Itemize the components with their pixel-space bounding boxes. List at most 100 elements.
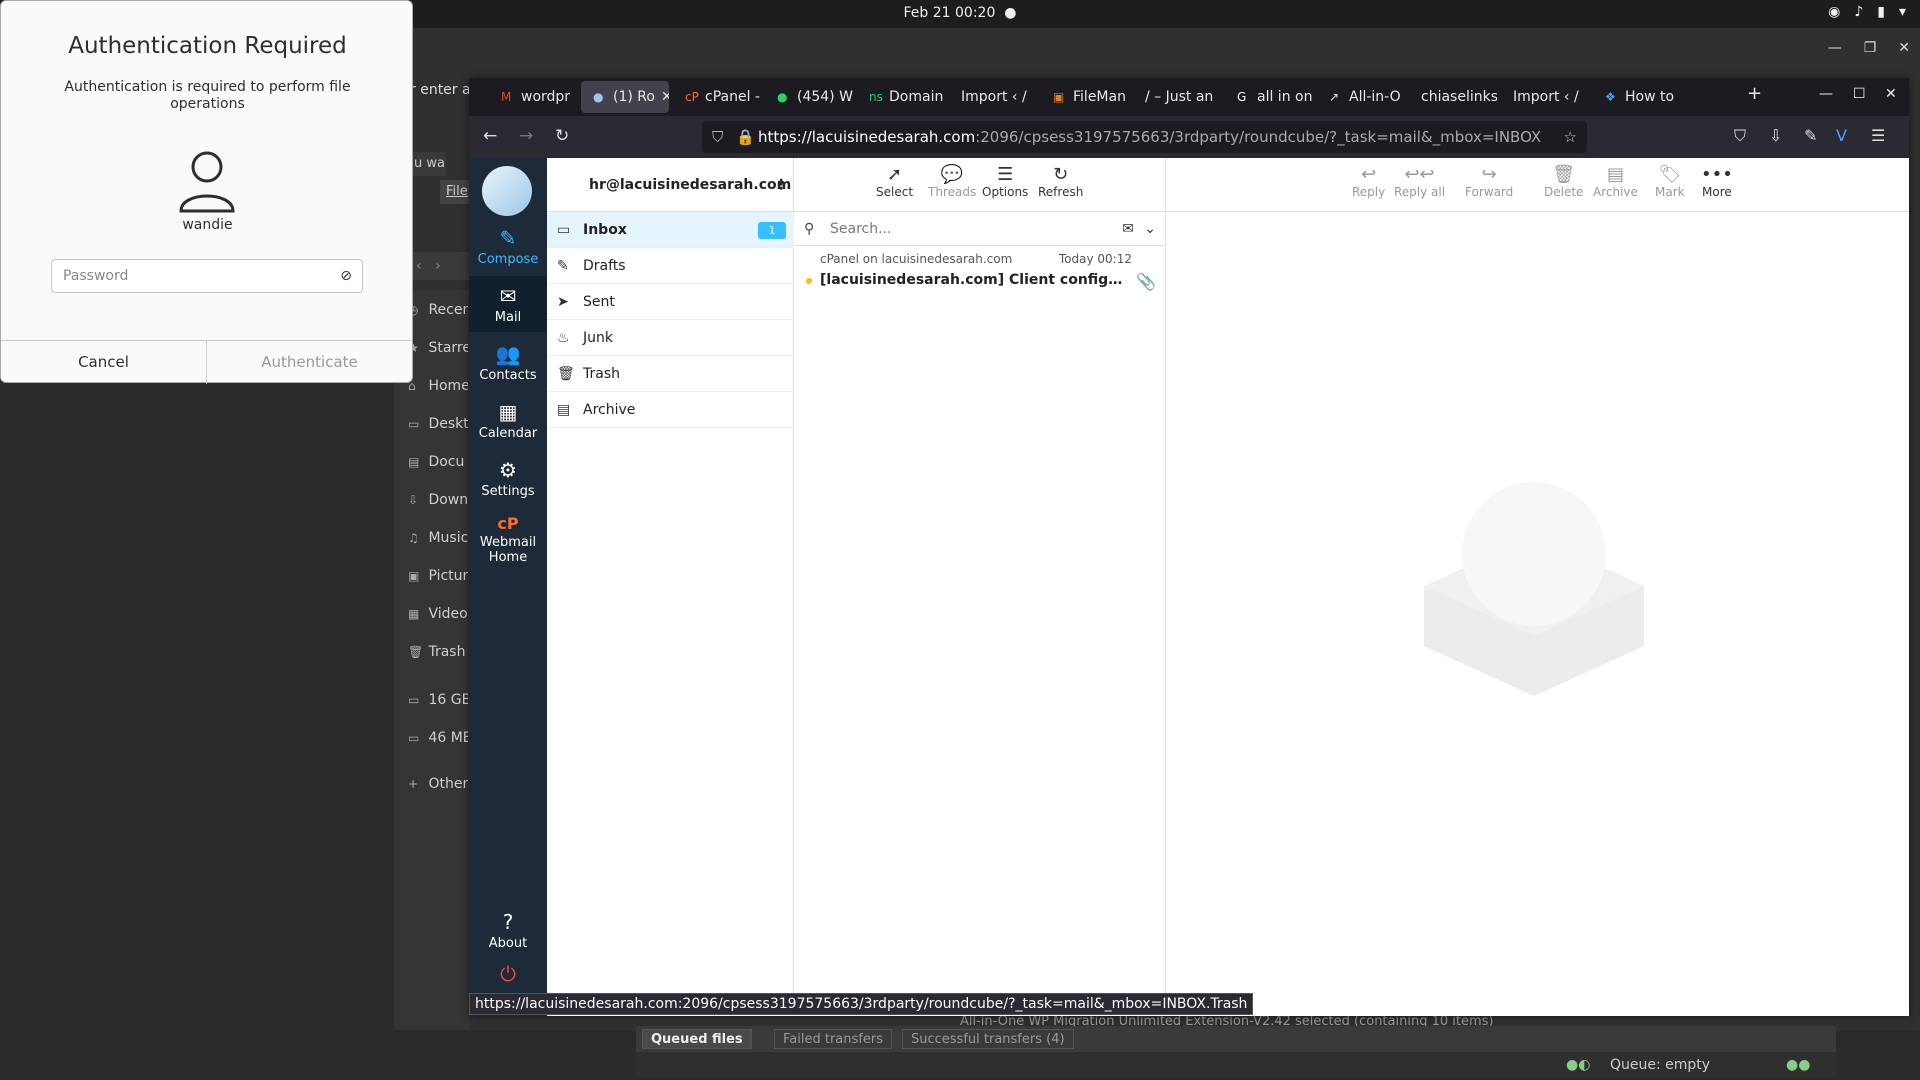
back-icon[interactable]: ← [483, 126, 497, 146]
refresh-icon: ↻ [1053, 164, 1069, 185]
settings-button[interactable]: ⚙ Settings [469, 452, 547, 504]
sidebar-item-recent[interactable]: ◷ Recen [408, 302, 468, 318]
tab-roundcube[interactable]: ● (1) Ro ✕ [581, 81, 669, 113]
chevron-down-icon[interactable]: ⌄ [1144, 212, 1156, 246]
ftp-tab-bar: Queued files Failed transfers Successful… [636, 1026, 1836, 1052]
tab-just-another[interactable]: / – Just an [1133, 81, 1221, 113]
tab-all-in-one[interactable]: ↗ All-in-O [1317, 81, 1405, 113]
folder-drafts[interactable]: ✎ Drafts [547, 248, 794, 284]
folder-junk[interactable]: ♨ Junk [547, 320, 794, 356]
tab-wordpress[interactable]: Mwordpr [489, 81, 577, 113]
refresh-button[interactable]: ↻ Refresh [1038, 164, 1083, 199]
sidebar-item-videos[interactable]: ▦ Video [408, 606, 468, 622]
reply-button[interactable]: ↩ Reply [1352, 164, 1385, 199]
tab-chiaselinks[interactable]: chiaselinks [1409, 81, 1497, 113]
file-manager-snippet: u wa [410, 152, 446, 176]
wrench-icon[interactable]: ✎ [1804, 126, 1817, 145]
list-item[interactable]: cPanel on lacuisinedesarah.com Today 00:… [794, 246, 1166, 300]
pocket-icon[interactable]: ⛉ [1734, 126, 1746, 146]
calendar-button[interactable]: ▦ Calendar [469, 394, 547, 446]
envelope-icon[interactable]: ✉ [1122, 212, 1134, 246]
roundcube-logo[interactable] [482, 166, 532, 216]
dialog-message: Authentication is required to perform fi… [64, 79, 351, 112]
forward-icon[interactable]: → [519, 126, 533, 146]
sidebar-item-music[interactable]: ♫ Music [408, 530, 468, 546]
minimize-icon[interactable]: — [1819, 86, 1833, 102]
maximize-icon[interactable]: ❐ [1864, 40, 1877, 56]
close-icon[interactable]: ✕ [1898, 40, 1910, 56]
account-menu-icon[interactable]: ⋮ [774, 158, 788, 212]
folder-sent[interactable]: ➤ Sent [547, 284, 794, 320]
compose-button[interactable]: ✎ Compose [469, 220, 547, 272]
address-bar[interactable]: ⛉ 🔒 https://lacuisinedesarah.com:2096/cp… [702, 121, 1587, 153]
tab-google-search[interactable]: Gall in on [1225, 81, 1313, 113]
select-button[interactable]: ➚ Select [876, 164, 913, 199]
question-icon: ? [502, 910, 514, 934]
sidebar-item-trash[interactable]: 🗑 Trash [408, 644, 468, 660]
reveal-password-icon[interactable]: ⊘ [340, 260, 352, 292]
tab-whatsapp[interactable]: ● (454) W [765, 81, 853, 113]
external-icon: ↗ [1329, 90, 1340, 104]
contacts-button[interactable]: 👥 Contacts [469, 336, 547, 388]
chevron-down-icon: ▾ [1898, 4, 1906, 20]
sidebar-item-pictures[interactable]: ▣ Pictur [408, 568, 468, 584]
extension-icon[interactable]: V [1836, 126, 1847, 145]
delete-button[interactable]: 🗑 Delete [1544, 164, 1583, 199]
forward-button[interactable]: ↪ Forward [1465, 164, 1513, 199]
system-tray[interactable]: ◉ ♪ ▮ ▾ [1828, 4, 1906, 20]
maximize-icon[interactable]: ☐ [1853, 86, 1866, 102]
sidebar-item-documents[interactable]: ▤ Docu [408, 454, 468, 470]
menu-icon[interactable]: ☰ [1871, 126, 1885, 145]
message-list-pane: ➚ Select 💬 Threads ☰ Options ↻ Refresh ⚲ Sea… [794, 158, 1166, 1016]
authenticate-button[interactable]: Authenticate [207, 341, 412, 384]
search-icon: ⚲ [804, 221, 815, 237]
folder-inbox[interactable]: ▭ Inbox 1 [547, 212, 794, 248]
tab-cpanel[interactable]: cP cPanel - [673, 81, 761, 113]
sidebar-item-drive-16gb[interactable]: ▭ 16 GB [408, 692, 468, 708]
search-input[interactable]: ⚲ Search... ✉ ⌄ [794, 212, 1166, 246]
new-tab-button[interactable]: + [1747, 83, 1762, 104]
close-icon[interactable]: ✕ [1885, 86, 1897, 102]
folder-archive[interactable]: ▤ Archive [547, 392, 794, 428]
tab-import-2[interactable]: Import ‹ / [1501, 81, 1589, 113]
close-tab-icon[interactable]: ✕ [661, 89, 669, 105]
sidebar-item-drive-46mb[interactable]: ▭ 46 MB [408, 730, 468, 746]
tab-failed-transfers[interactable]: Failed transfers [774, 1029, 892, 1049]
mail-button[interactable]: ✉ Mail [469, 276, 547, 332]
sidebar-item-home[interactable]: ⌂ Home [408, 378, 468, 394]
attachment-icon: 📎 [1136, 272, 1156, 291]
threads-button[interactable]: 💬 Threads [928, 164, 976, 199]
bookmark-star-icon[interactable]: ☆ [1564, 121, 1577, 153]
tab-how-to[interactable]: ❖ How to [1593, 81, 1681, 113]
sidebar-item-desktop[interactable]: ▭ Deskt [408, 416, 468, 432]
about-button[interactable]: ? About [469, 906, 547, 954]
music-icon: ♫ [408, 531, 419, 545]
reload-icon[interactable]: ↻ [555, 126, 569, 146]
folder-trash[interactable]: 🗑 Trash [547, 356, 794, 392]
trash-icon: 🗑 [408, 645, 424, 659]
password-field[interactable]: Password ⊘ [51, 259, 363, 293]
reply-all-button[interactable]: ↩↩ Reply all [1394, 164, 1445, 199]
webmail-home-button[interactable]: cP Webmail Home [469, 510, 547, 570]
cancel-button[interactable]: Cancel [1, 341, 207, 384]
logout-power-icon[interactable]: ⏻ [469, 962, 547, 992]
minimize-icon[interactable]: — [1828, 40, 1842, 56]
tab-import-1[interactable]: Import ‹ / [949, 81, 1037, 113]
tab-filemanager[interactable]: ▣ FileMan [1041, 81, 1129, 113]
options-button[interactable]: ☰ Options [982, 164, 1028, 199]
more-button[interactable]: ••• More [1701, 164, 1733, 199]
tracking-shield-icon[interactable]: ⛉ [712, 121, 723, 153]
tab-domain[interactable]: ns Domain [857, 81, 945, 113]
file-manager-menu-snippet[interactable]: File [440, 180, 470, 204]
sidebar-item-downloads[interactable]: ⇩ Down [408, 492, 468, 508]
archive-button[interactable]: ▤ Archive [1593, 164, 1638, 199]
tab-successful-transfers[interactable]: Successful transfers (4) [902, 1029, 1074, 1049]
lock-icon[interactable]: 🔒 [736, 121, 755, 153]
download-icon[interactable]: ⇩ [1769, 126, 1782, 145]
sidebar-item-other-locations[interactable]: + Other [408, 776, 468, 792]
sidebar-item-starred[interactable]: ★ Starre [408, 340, 468, 356]
url-host: https://lacuisinedesarah.com [758, 128, 976, 146]
drive-icon: ▭ [408, 731, 420, 745]
tab-queued-files[interactable]: Queued files [642, 1029, 752, 1049]
mark-button[interactable]: 🏷 Mark [1655, 164, 1685, 199]
